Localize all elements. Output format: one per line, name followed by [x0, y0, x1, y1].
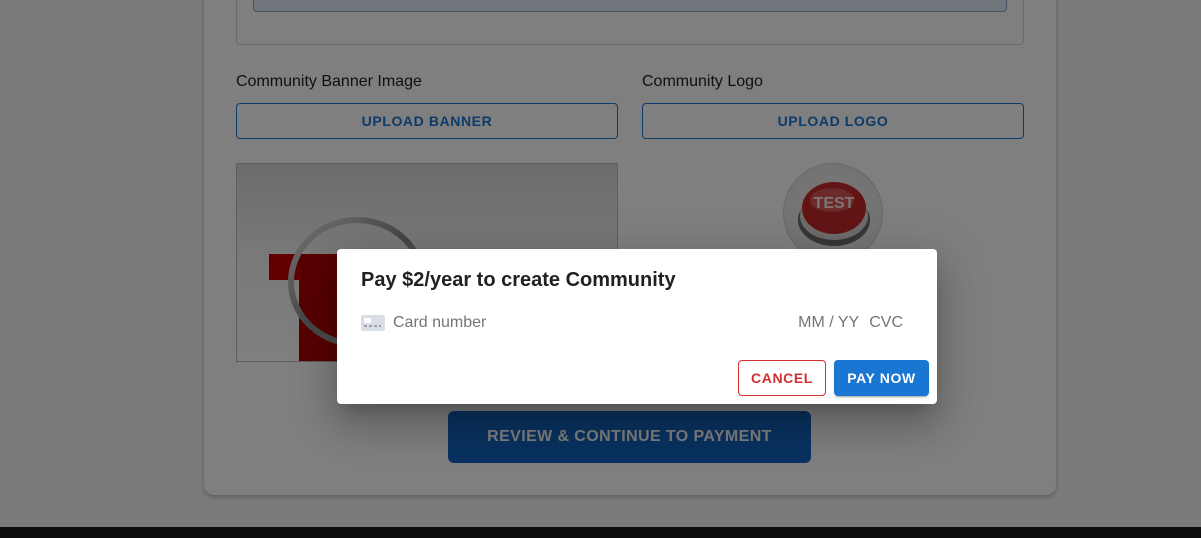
card-number-input[interactable]: Card number	[393, 314, 798, 332]
payment-dialog: Pay $2/year to create Community Card num…	[337, 249, 937, 404]
card-input-field[interactable]: Card number MM / YY CVC	[361, 311, 913, 335]
pay-now-button[interactable]: PAY NOW	[834, 360, 929, 396]
expiry-input[interactable]: MM / YY	[798, 314, 859, 332]
cancel-button[interactable]: CANCEL	[738, 360, 826, 396]
dialog-title: Pay $2/year to create Community	[361, 269, 676, 291]
credit-card-icon	[361, 315, 385, 331]
cvc-input[interactable]: CVC	[869, 314, 903, 332]
